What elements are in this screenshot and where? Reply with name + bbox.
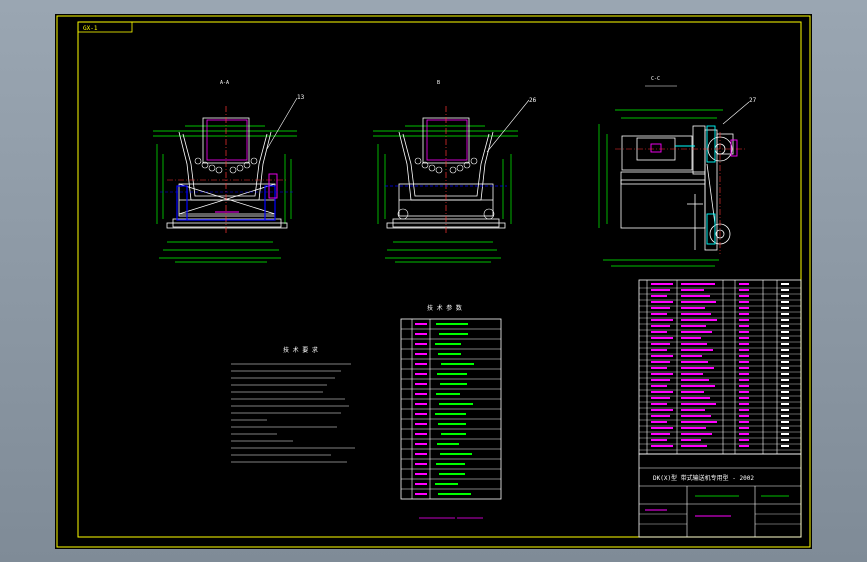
corner-tag: GX-1 [83,25,98,32]
view-label-b: B [437,80,440,86]
outer-frame [56,15,811,548]
view-c-c: C-C 27 [598,76,757,267]
view-a-a: A-A 13 [153,80,305,263]
drawing-sheet: GX-1 A-A 13 B 26 C-C 27 技 术 要 求 技 术 参 数 … [55,14,812,549]
view-label-c-c: C-C [651,76,660,82]
view-b: B 26 [373,80,537,263]
tech-params-table: 技 术 参 数 [400,304,502,519]
title-block: DK(X)型 带式输送机专用型 - 2002 [638,453,802,538]
tech-params-title: 技 术 参 数 [427,304,462,312]
title-block-name: DK(X)型 带式输送机专用型 - 2002 [653,474,754,482]
view-label-a-a: A-A [220,80,229,86]
inner-frame [77,21,802,538]
tech-requirements-title: 技 术 要 求 [283,346,318,354]
drawing-canvas: GX-1 A-A 13 B 26 C-C 27 技 术 要 求 技 术 参 数 … [56,15,811,548]
callout-a-a: 13 [297,94,305,101]
parts-list [638,279,802,455]
cad-viewport: GX-1 A-A 13 B 26 C-C 27 技 术 要 求 技 术 参 数 … [0,0,867,562]
callout-c-c: 27 [749,97,757,104]
callout-b: 26 [529,97,537,104]
tech-requirements: 技 术 要 求 [231,346,355,463]
